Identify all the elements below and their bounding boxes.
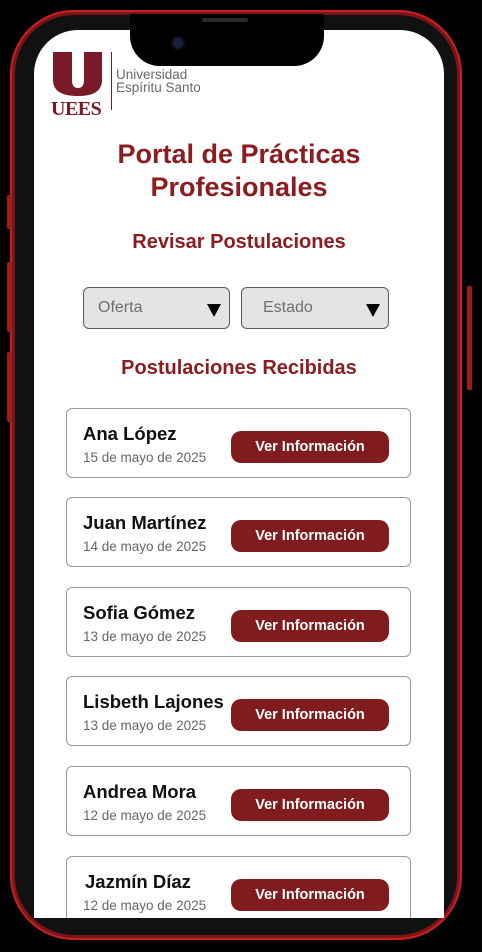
- application-card: Andrea Mora 12 de mayo de 2025 Ver Infor…: [66, 766, 411, 836]
- volume-up-button: [7, 262, 12, 332]
- page-title-line1: Portal de Prácticas: [117, 139, 361, 169]
- page-title-line2: Profesionales: [150, 172, 328, 202]
- application-card: Juan Martínez 14 de mayo de 2025 Ver Inf…: [66, 497, 411, 567]
- applicant-name: Andrea Mora: [83, 781, 197, 802]
- phone-notch: [130, 14, 324, 66]
- application-card: Sofia Gómez 13 de mayo de 2025 Ver Infor…: [66, 587, 411, 657]
- power-button: [467, 286, 472, 390]
- applicant-name: Jazmín Díaz: [85, 871, 191, 892]
- university-name-line2: Espíritu Santo: [116, 80, 201, 95]
- application-date: 15 de mayo de 2025: [83, 450, 207, 465]
- applicant-name: Ana López: [83, 423, 177, 444]
- applicant-name: Lisbeth Lajones: [83, 691, 224, 712]
- status-select[interactable]: Estado: [241, 287, 389, 329]
- application-date: 13 de mayo de 2025: [83, 718, 207, 733]
- application-card: Lisbeth Lajones 13 de mayo de 2025 Ver I…: [66, 676, 411, 746]
- university-name: Universidad Espíritu Santo: [116, 68, 201, 95]
- page-title: Portal de Prácticas Profesionales: [34, 138, 444, 204]
- application-date: 12 de mayo de 2025: [83, 898, 207, 913]
- view-info-button[interactable]: Ver Información: [231, 879, 389, 911]
- offer-select-value: Oferta: [98, 299, 143, 316]
- application-date: 13 de mayo de 2025: [83, 629, 207, 644]
- offer-select[interactable]: Oferta: [83, 287, 230, 329]
- application-card: Jazmín Díaz 12 de mayo de 2025 Ver Infor…: [66, 856, 411, 918]
- speaker-grille: [202, 18, 248, 22]
- view-info-button[interactable]: Ver Información: [231, 699, 389, 731]
- logo-brand-text: UEES: [51, 98, 102, 120]
- chevron-down-icon: [366, 304, 380, 317]
- application-date: 12 de mayo de 2025: [83, 808, 207, 823]
- status-select-value: Estado: [263, 299, 313, 316]
- front-camera: [173, 38, 183, 48]
- logo-divider: [111, 52, 112, 110]
- volume-down-button: [7, 352, 12, 422]
- applicant-name: Juan Martínez: [83, 512, 207, 533]
- applicant-name: Sofia Gómez: [83, 602, 196, 623]
- application-date: 14 de mayo de 2025: [83, 539, 207, 554]
- application-card: Ana López 15 de mayo de 2025 Ver Informa…: [66, 408, 411, 478]
- page-subtitle: Revisar Postulaciones: [132, 231, 346, 253]
- chevron-down-icon: [207, 304, 221, 317]
- app-screen: UEES Universidad Espíritu Santo Portal d…: [34, 30, 444, 918]
- view-info-button[interactable]: Ver Información: [231, 431, 389, 463]
- mute-switch: [7, 195, 12, 229]
- view-info-button[interactable]: Ver Información: [231, 520, 389, 552]
- section-title: Postulaciones Recibidas: [121, 357, 357, 379]
- uees-logo-mark: [53, 52, 102, 96]
- view-info-button[interactable]: Ver Información: [231, 789, 389, 821]
- view-info-button[interactable]: Ver Información: [231, 610, 389, 642]
